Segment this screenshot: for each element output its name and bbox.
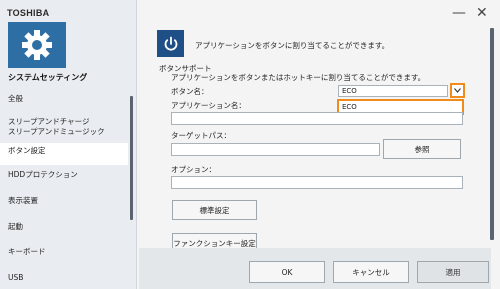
button-name-select[interactable]: ECO (338, 85, 448, 97)
sidebar-item-keyboard[interactable]: キーボード (0, 247, 128, 257)
main-scrollbar[interactable] (490, 28, 494, 240)
app-name-field[interactable] (171, 112, 463, 125)
app-name-label: アプリケーション名： (171, 101, 246, 110)
target-path-field[interactable] (171, 143, 380, 156)
button-name-label: ボタン名： (171, 87, 209, 96)
page-description: アプリケーションをボタンに割り当てることができます。 (195, 41, 390, 50)
app-title: システムセッティング (8, 73, 88, 82)
sidebar-item-display[interactable]: 表示装置 (0, 196, 128, 206)
brand-logo: TOSHIBA (7, 8, 50, 18)
footer-bar: OK キャンセル 適用 (139, 248, 491, 289)
browse-button[interactable]: 参照 (383, 139, 461, 159)
minimize-button[interactable]: — (452, 6, 466, 20)
power-icon (157, 30, 184, 57)
ok-button[interactable]: OK (249, 261, 325, 283)
target-path-label: ターゲットパス： (171, 131, 231, 140)
option-label: オプション： (171, 165, 216, 174)
close-button[interactable]: ✕ (476, 6, 488, 20)
section-description: アプリケーションをボタンまたはホットキーに割り当てることができます。 (171, 73, 426, 82)
sidebar: TOSHIBA システムセッティング 全般 スリープアンドチャージ スリープアン… (0, 0, 137, 289)
sidebar-item-sleep-and-charge[interactable]: スリープアンドチャージ スリープアンドミュージック (0, 117, 128, 137)
sidebar-scrollbar[interactable] (130, 96, 133, 220)
gear-icon (8, 22, 66, 68)
sidebar-item-general[interactable]: 全般 (0, 94, 128, 104)
chevron-down-icon[interactable] (450, 83, 465, 98)
cancel-button[interactable]: キャンセル (333, 261, 409, 283)
apply-button[interactable]: 適用 (417, 261, 489, 283)
sidebar-item-boot[interactable]: 起動 (0, 222, 128, 232)
sidebar-item-hdd-protection[interactable]: HDDプロテクション (0, 170, 128, 180)
sidebar-item-usb[interactable]: USB (0, 273, 128, 283)
default-settings-button[interactable]: 標準設定 (172, 200, 257, 220)
sidebar-item-button-settings[interactable]: ボタン設定 (0, 143, 128, 165)
option-field[interactable] (171, 176, 463, 189)
